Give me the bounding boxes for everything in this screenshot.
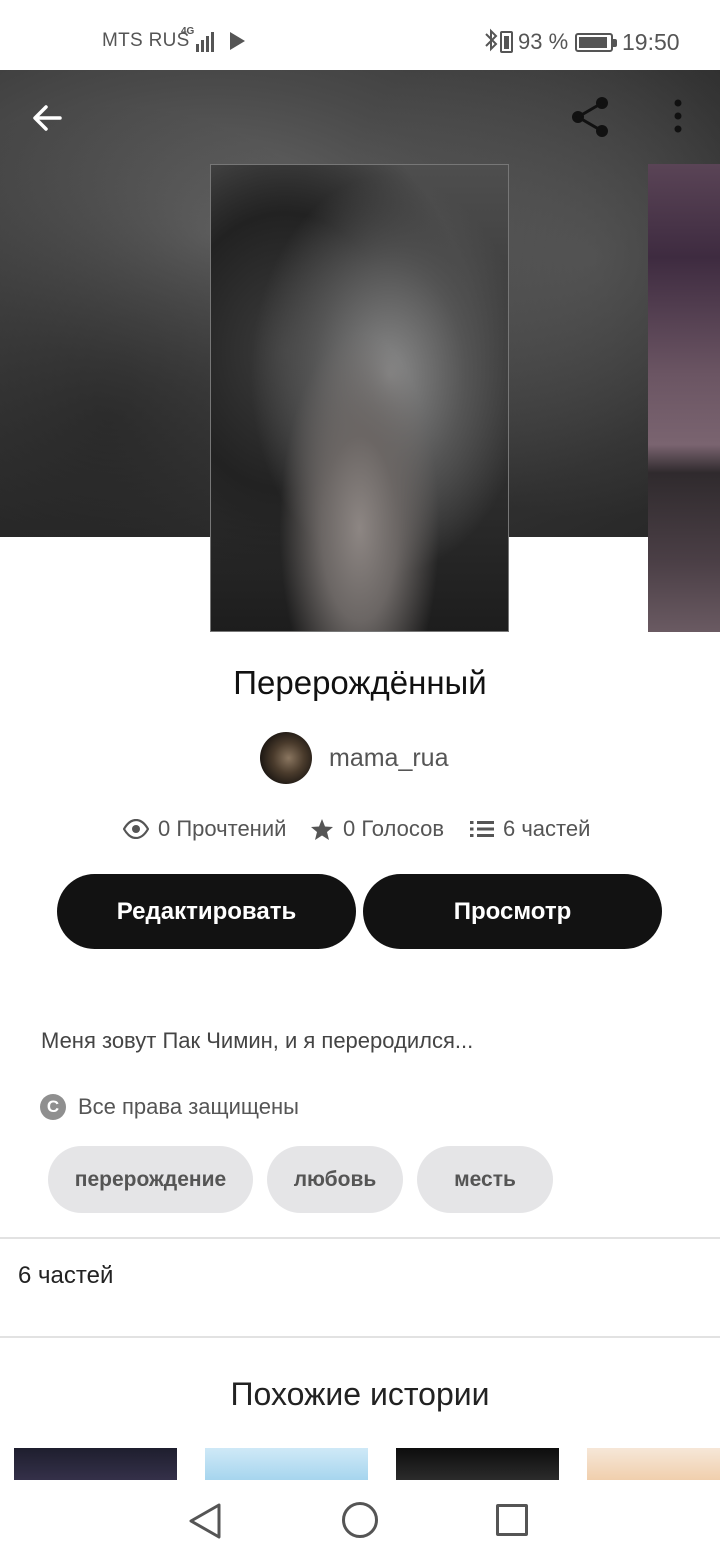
divider	[0, 1336, 720, 1338]
story-title: Перерождённый	[233, 664, 487, 701]
author-link[interactable]: mama_rua	[260, 732, 449, 784]
play-icon	[230, 32, 245, 50]
star-icon	[311, 818, 333, 840]
clock: 19:50	[622, 29, 680, 55]
bluetooth-icon	[485, 28, 498, 52]
votes-count: 0 Голосов	[343, 816, 445, 841]
copyright-icon: C	[40, 1094, 66, 1120]
parts-stat: 6 частей	[470, 816, 590, 842]
list-icon	[470, 821, 494, 837]
preview-button[interactable]: Просмотр	[363, 874, 662, 949]
parts-count: 6 частей	[503, 816, 591, 841]
carrier-name: MTS RUS	[102, 30, 190, 51]
battery-small-icon	[500, 31, 513, 53]
votes-stat: 0 Голосов	[310, 816, 444, 842]
signal-icon	[196, 32, 214, 52]
story-description: Меня зовут Пак Чимин, и я переродился...	[41, 1028, 474, 1053]
system-nav-bar	[0, 1480, 720, 1560]
next-story-cover[interactable]	[648, 164, 720, 632]
battery-icon	[575, 33, 617, 52]
tag-chip[interactable]: месть	[417, 1146, 553, 1213]
nav-back-icon[interactable]	[186, 1502, 226, 1540]
tag-chip[interactable]: перерождение	[48, 1146, 253, 1213]
reads-stat: 0 Прочтений	[123, 816, 286, 842]
table-of-contents-link[interactable]: 6 частей	[18, 1262, 113, 1290]
story-cover[interactable]	[210, 164, 509, 632]
copyright-label: Все права защищены	[78, 1094, 299, 1119]
share-icon[interactable]	[568, 94, 614, 140]
author-name[interactable]: mama_rua	[329, 744, 449, 773]
similar-stories-title: Похожие истории	[230, 1376, 490, 1412]
tag-chip[interactable]: любовь	[267, 1146, 403, 1213]
copyright-info: C Все права защищены	[40, 1094, 299, 1120]
battery-percent: 93 %	[518, 29, 569, 54]
reads-count: 0 Прочтений	[158, 816, 287, 841]
nav-home-icon[interactable]	[342, 1502, 378, 1538]
eye-icon	[123, 819, 149, 839]
divider	[0, 1237, 720, 1239]
story-stats: 0 Прочтений 0 Голосов 6 частей	[0, 816, 720, 848]
network-type: 4G	[181, 26, 195, 37]
more-vertical-icon[interactable]	[665, 96, 691, 136]
arrow-left-icon[interactable]	[24, 96, 72, 140]
edit-button[interactable]: Редактировать	[57, 874, 356, 949]
status-bar: MTS RUS 4G 93 % 19:50	[0, 0, 720, 70]
avatar[interactable]	[260, 732, 312, 784]
nav-recents-icon[interactable]	[496, 1504, 528, 1536]
